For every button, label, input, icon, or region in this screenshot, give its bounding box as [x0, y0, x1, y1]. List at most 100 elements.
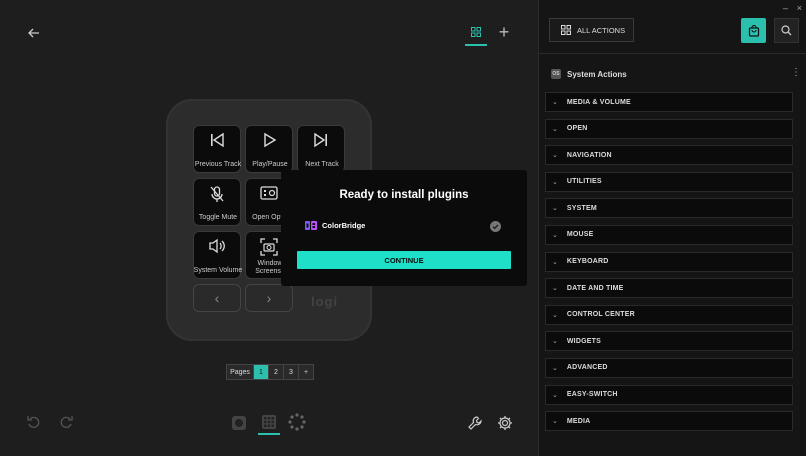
category-open[interactable]: ⌄ OPEN — [545, 118, 793, 139]
install-plugins-dialog: Ready to install plugins ColorBridge CON… — [281, 170, 527, 286]
grid-icon — [561, 25, 571, 35]
marketplace-button[interactable] — [741, 18, 766, 43]
category-keyboard[interactable]: ⌄ KEYBOARD — [545, 251, 793, 272]
key-label: Play/Pause — [252, 161, 288, 168]
mic-mute-icon — [210, 186, 224, 202]
category-control-center[interactable]: ⌄ CONTROL CENTER — [545, 304, 793, 325]
add-profile-button[interactable]: + — [495, 22, 513, 42]
next-track-icon — [314, 132, 327, 148]
category-label: MEDIA — [566, 417, 591, 425]
keypad-device-icon[interactable] — [260, 413, 278, 431]
chevron-down-icon: ⌄ — [552, 231, 558, 239]
page-3-button[interactable]: 3 — [283, 365, 298, 379]
chevron-down-icon: ⌄ — [552, 391, 558, 399]
category-navigation[interactable]: ⌄ NAVIGATION — [545, 145, 793, 166]
chevron-down-icon: ⌄ — [552, 125, 558, 133]
shopping-bag-icon — [748, 24, 759, 37]
category-label: KEYBOARD — [566, 258, 609, 266]
chevron-down-icon: ⌄ — [552, 418, 558, 426]
category-widgets[interactable]: ⌄ WIDGETS — [545, 331, 793, 352]
category-advanced[interactable]: ⌄ ADVANCED — [545, 357, 793, 378]
device-canvas: + Previous Track Play/Pause Next Track T… — [0, 0, 538, 456]
system-actions-header: OS System Actions ⋮ — [551, 67, 801, 81]
category-media-volume[interactable]: ⌄ MEDIA & VOLUME — [545, 92, 793, 112]
category-label: ADVANCED — [566, 364, 608, 372]
redo-icon[interactable] — [58, 414, 74, 430]
grid-view-icon[interactable] — [466, 22, 486, 42]
page-2-button[interactable]: 2 — [268, 365, 283, 379]
play-icon — [264, 132, 277, 148]
undo-icon[interactable] — [26, 414, 42, 430]
dial-device-icon[interactable] — [230, 414, 248, 432]
plugin-name: ColorBridge — [322, 221, 366, 230]
open-options-icon — [260, 186, 278, 200]
chevron-down-icon: ⌄ — [552, 178, 558, 186]
category-label: OPEN — [566, 125, 588, 133]
key-play-pause[interactable]: Play/Pause — [245, 125, 293, 173]
chevron-down-icon: ⌄ — [552, 99, 558, 106]
device-prev-page-button[interactable]: ‹ — [193, 284, 241, 312]
category-label: SYSTEM — [566, 204, 597, 212]
window-close-button[interactable]: × — [797, 3, 802, 13]
keypad-selected-underline — [258, 433, 280, 435]
key-system-volume[interactable]: System Volume — [193, 231, 242, 279]
check-circle-icon — [490, 221, 501, 232]
category-label: NAVIGATION — [566, 151, 612, 159]
add-page-button[interactable]: + — [298, 365, 313, 379]
sidebar-divider — [539, 53, 806, 54]
chevron-down-icon: ⌄ — [552, 258, 558, 266]
all-actions-label: ALL ACTIONS — [577, 25, 626, 35]
colorbridge-logo-icon — [305, 221, 317, 230]
back-arrow-icon[interactable] — [24, 24, 44, 42]
logi-logo: logi — [311, 294, 339, 309]
plugin-row: ColorBridge — [305, 221, 365, 230]
previous-track-icon — [211, 132, 224, 148]
key-label: System Volume — [193, 267, 243, 274]
pages-label: Pages — [230, 368, 250, 376]
actions-sidebar: – × ALL ACTIONS OS System Actions ⋮ ⌄ MED… — [538, 0, 806, 456]
category-label: WIDGETS — [566, 337, 601, 345]
section-title: System Actions — [567, 69, 627, 79]
category-list: ⌄ MEDIA & VOLUME ⌄ OPEN ⌄ NAVIGATION ⌄ UTILI… — [545, 92, 793, 438]
key-previous-track[interactable]: Previous Track — [193, 125, 241, 173]
device-next-page-button[interactable]: › — [245, 284, 293, 312]
category-media[interactable]: ⌄ MEDIA — [545, 411, 793, 432]
category-label: UTILITIES — [566, 178, 602, 186]
continue-button[interactable]: CONTINUE — [297, 251, 511, 269]
gear-icon[interactable] — [496, 414, 514, 432]
ring-device-icon[interactable] — [288, 413, 306, 431]
grid-view-underline — [465, 44, 487, 46]
category-system[interactable]: ⌄ SYSTEM — [545, 198, 793, 219]
category-label: DATE AND TIME — [566, 284, 624, 292]
volume-icon — [209, 238, 225, 254]
dialog-title: Ready to install plugins — [339, 189, 469, 201]
key-toggle-mute[interactable]: Toggle Mute — [193, 178, 241, 226]
search-icon — [781, 25, 792, 36]
key-label: Previous Track — [194, 161, 242, 168]
wrench-icon[interactable] — [466, 414, 484, 432]
os-badge: OS — [551, 69, 561, 79]
category-easy-switch[interactable]: ⌄ EASY-SWITCH — [545, 384, 793, 405]
chevron-down-icon: ⌄ — [552, 205, 558, 213]
category-label: MOUSE — [566, 231, 594, 239]
key-next-track[interactable]: Next Track — [297, 125, 345, 173]
category-date-and-time[interactable]: ⌄ DATE AND TIME — [545, 278, 793, 299]
search-button[interactable] — [774, 18, 799, 43]
chevron-down-icon: ⌄ — [552, 338, 558, 346]
more-options-icon[interactable]: ⋮ — [791, 67, 801, 78]
chevron-down-icon: ⌄ — [552, 152, 558, 160]
category-label: CONTROL CENTER — [566, 311, 635, 319]
page-selector: Pages 1 2 3 + — [226, 364, 314, 380]
key-label: Next Track — [305, 161, 339, 168]
category-mouse[interactable]: ⌄ MOUSE — [545, 224, 793, 245]
key-label: Toggle Mute — [198, 214, 238, 221]
chevron-down-icon: ⌄ — [552, 285, 558, 293]
category-utilities[interactable]: ⌄ UTILITIES — [545, 171, 793, 192]
category-label: MEDIA & VOLUME — [566, 98, 631, 106]
window-minimize-button[interactable]: – — [783, 3, 788, 13]
chevron-down-icon: ⌄ — [552, 311, 558, 319]
category-label: EASY-SWITCH — [566, 391, 618, 399]
page-1-button[interactable]: 1 — [253, 365, 268, 379]
all-actions-button[interactable]: ALL ACTIONS — [549, 18, 634, 42]
screenshot-icon — [260, 238, 278, 256]
